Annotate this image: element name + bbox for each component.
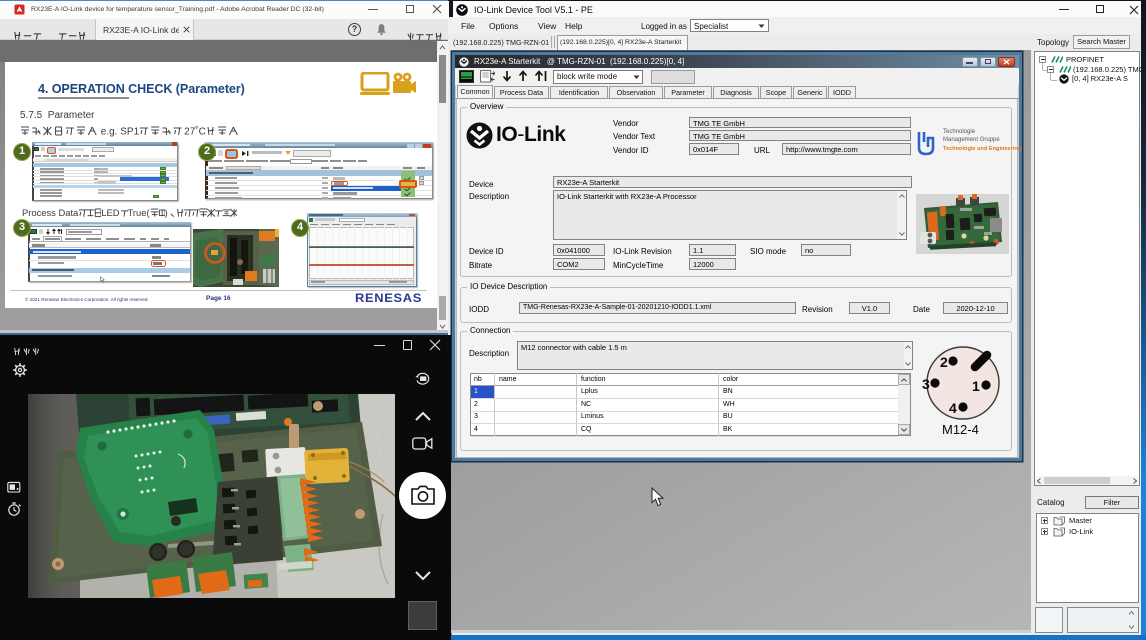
svg-text:2: 2 <box>940 354 948 370</box>
svg-text:4: 4 <box>949 400 957 416</box>
svg-text:M12-4: M12-4 <box>942 422 979 437</box>
svg-text:3: 3 <box>922 376 930 392</box>
svg-text:1: 1 <box>972 378 980 394</box>
